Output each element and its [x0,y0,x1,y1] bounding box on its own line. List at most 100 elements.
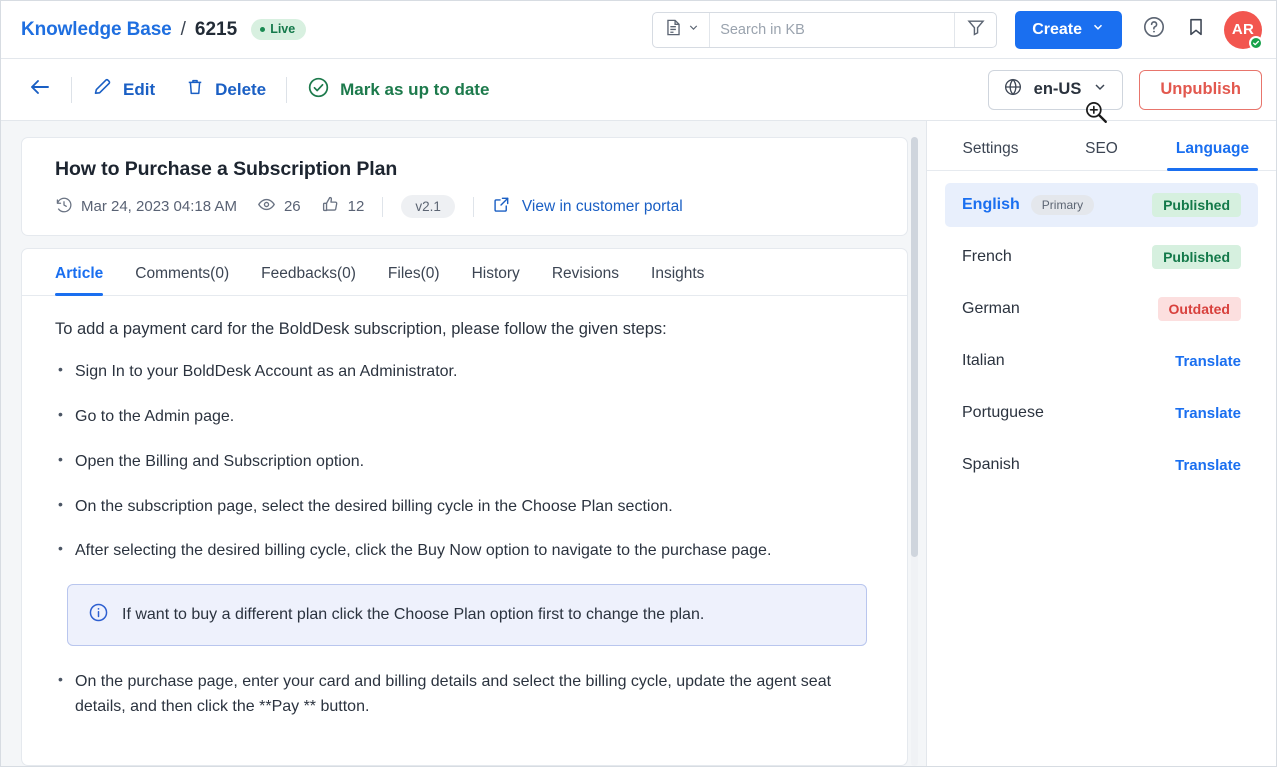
avatar[interactable]: AR [1224,10,1263,50]
tab-insights[interactable]: Insights [635,265,720,295]
article-date: Mar 24, 2023 04:18 AM [55,196,237,218]
page-title: How to Purchase a Subscription Plan [55,158,398,180]
help-button[interactable] [1138,14,1170,46]
bookmark-button[interactable] [1180,14,1212,46]
tab-files[interactable]: Files(0) [372,265,456,295]
article-steps-list: Sign In to your BoldDesk Account as an A… [55,359,874,564]
breadcrumb-separator: / [180,18,186,40]
view-in-portal-label: View in customer portal [521,197,683,215]
list-item: On the purchase page, enter your card an… [55,669,865,720]
view-count: 26 [257,195,301,218]
view-count-label: 26 [283,198,301,215]
language-name: Italian [962,352,1005,369]
status-badge: Published [1152,193,1241,217]
translate-link[interactable]: Translate [1175,457,1241,474]
search-filter-button[interactable] [954,12,996,47]
tab-article[interactable]: Article [55,265,119,297]
language-row-portuguese[interactable]: Portuguese Translate [945,391,1258,435]
language-name-wrap: Spanish [962,456,1020,474]
edit-label: Edit [123,79,156,99]
edit-button[interactable]: Edit [86,73,161,107]
language-name-wrap: Italian [962,352,1005,370]
article-content-card: Article Comments(0) Feedbacks(0) Files(0… [21,248,908,766]
create-button[interactable]: Create [1015,10,1122,49]
article-date-label: Mar 24, 2023 04:18 AM [81,198,237,215]
toolbar-divider [286,76,288,103]
check-circle-icon [307,76,330,104]
language-name-wrap: English Primary [962,195,1095,215]
eye-icon [257,195,276,218]
status-badge: Outdated [1157,297,1241,321]
page-body: How to Purchase a Subscription Plan Mar … [1,121,1276,766]
language-selector-value: en-US [1033,80,1082,98]
pencil-icon [92,77,113,103]
article-content: To add a payment card for the BoldDesk s… [22,296,907,765]
translate-link[interactable]: Translate [1175,405,1241,422]
info-callout-text: If want to buy a different plan click th… [122,606,705,624]
mark-up-to-date-button[interactable]: Mark as up to date [301,72,495,108]
language-selector[interactable]: en-US [987,69,1124,110]
live-badge-label: Live [270,22,296,36]
tab-settings[interactable]: Settings [935,140,1046,170]
top-header: Knowledge Base / 6215 Live Search in KB … [1,1,1276,59]
like-count: 12 [321,195,365,218]
language-name-wrap: Portuguese [962,404,1044,422]
primary-chip: Primary [1030,195,1095,215]
language-list: English Primary Published French Publish… [927,171,1276,495]
globe-icon [1003,77,1023,102]
article-final-step-list: On the purchase page, enter your card an… [55,669,874,720]
avatar-online-badge [1249,35,1263,50]
list-item: Sign In to your BoldDesk Account as an A… [55,359,874,385]
info-circle-icon [88,602,109,628]
language-row-french[interactable]: French Published [945,235,1258,279]
meta-divider [382,196,384,217]
unpublish-button[interactable]: Unpublish [1139,69,1262,110]
mark-up-to-date-label: Mark as up to date [340,79,490,99]
search-input[interactable] [710,12,955,47]
language-name: German [962,300,1020,317]
breadcrumb-article-id: 6215 [194,18,238,40]
clock-icon [55,196,73,218]
list-item: Go to the Admin page. [55,404,874,430]
create-button-label: Create [1032,20,1082,38]
like-count-label: 12 [347,198,365,215]
right-sidebar: Settings SEO Language English Primary Pu… [926,121,1276,766]
tab-comments[interactable]: Comments(0) [119,265,245,295]
article-title-wrap: How to Purchase a Subscription Plan [22,138,907,181]
breadcrumb: Knowledge Base / 6215 Live [21,18,307,41]
version-badge: v2.1 [401,195,455,218]
trash-icon [185,77,205,102]
main-content-column: How to Purchase a Subscription Plan Mar … [1,121,926,766]
translate-link[interactable]: Translate [1175,353,1241,370]
breadcrumb-root-link[interactable]: Knowledge Base [21,19,172,41]
application-window: Knowledge Base / 6215 Live Search in KB … [0,0,1277,767]
delete-button[interactable]: Delete [179,73,272,106]
list-item: On the subscription page, select the des… [55,494,874,520]
content-scrollbar-thumb[interactable] [911,137,918,557]
tab-revisions[interactable]: Revisions [536,265,635,295]
language-name-wrap: French [962,248,1012,266]
tab-seo[interactable]: SEO [1046,140,1157,170]
tab-history[interactable]: History [456,265,536,295]
toolbar-divider [71,76,72,103]
tab-language[interactable]: Language [1157,140,1268,171]
view-in-portal-link[interactable]: View in customer portal [492,195,683,218]
language-name: Portuguese [962,404,1044,421]
language-row-italian[interactable]: Italian Translate [945,339,1258,383]
article-header-card: How to Purchase a Subscription Plan Mar … [21,137,908,237]
tab-feedbacks[interactable]: Feedbacks(0) [245,265,372,295]
chevron-down-icon [1092,79,1108,100]
meta-divider [472,196,474,217]
live-dot-icon [260,26,266,32]
search-type-selector[interactable] [653,12,711,47]
arrow-left-icon [28,75,52,104]
live-status-badge: Live [251,19,307,40]
language-row-german[interactable]: German Outdated [945,287,1258,331]
chevron-down-icon [687,21,700,39]
language-row-english[interactable]: English Primary Published [945,183,1258,227]
content-scrollbar[interactable] [911,137,918,766]
list-item: Open the Billing and Subscription option… [55,449,874,475]
back-button[interactable] [23,73,57,107]
language-row-spanish[interactable]: Spanish Translate [945,443,1258,487]
search-bar [652,11,998,48]
